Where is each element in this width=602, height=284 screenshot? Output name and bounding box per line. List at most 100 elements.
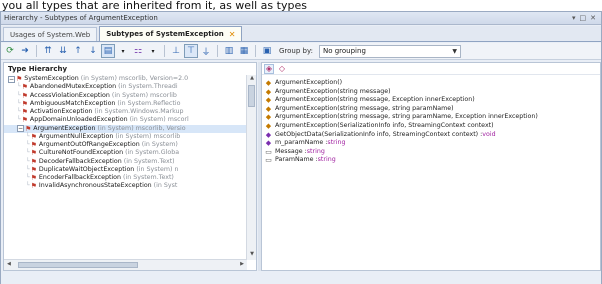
scroll-left-icon[interactable]: ◀ xyxy=(7,261,11,267)
group-icon[interactable]: ▣ xyxy=(260,44,274,58)
close-icon[interactable]: ✕ xyxy=(590,14,596,22)
filter-icon[interactable]: ⏚ xyxy=(199,44,213,58)
class-icon: ⚑ xyxy=(21,91,28,100)
layout-horizontal-icon[interactable]: ▥ xyxy=(222,44,236,58)
tree-line-icon: └ xyxy=(26,157,30,165)
toolbar-separator xyxy=(36,45,37,57)
member-signature: ArgumentException(SerializationInfo info… xyxy=(275,121,494,129)
member-return-type: string xyxy=(317,156,336,164)
tree-node[interactable]: └ ⚑ ActivationException (in System.Windows.… xyxy=(4,108,247,116)
member-signature: m_paramName : xyxy=(275,139,328,147)
method-icon: ◆ xyxy=(265,96,272,105)
tree-node[interactable]: └ ⚑ DecoderFallbackException (in System.Tex… xyxy=(4,158,247,166)
view-dropdown-icon[interactable]: ▾ xyxy=(116,44,130,58)
tree-node[interactable]: − ⚑ ArgumentException (in System) mscorlib,… xyxy=(4,124,247,133)
tree-line-icon: └ xyxy=(17,91,21,99)
class-icon: ⚑ xyxy=(30,132,37,141)
refresh-icon[interactable]: ⟳ xyxy=(3,44,17,58)
page-caption-text: you all types that are inherited from it… xyxy=(2,0,307,11)
tab-label: Subtypes of SystemException xyxy=(106,30,224,38)
member-signature: ArgumentException(string message) xyxy=(275,87,391,95)
collapse-icon[interactable]: − xyxy=(17,125,24,133)
member-item[interactable]: ◆ ArgumentException(string message, Excep… xyxy=(264,96,600,105)
layout-vertical-icon[interactable]: ▦ xyxy=(237,44,251,58)
close-tab-icon[interactable]: ✕ xyxy=(229,30,236,39)
view-mode-icon[interactable]: ▤ xyxy=(101,44,115,58)
member-item[interactable]: ◆ GetObjectData(SerializationInfo info, S… xyxy=(264,131,600,140)
subtypes-icon[interactable]: ⊤ xyxy=(184,44,198,58)
scroll-thumb[interactable] xyxy=(18,262,138,268)
tree-line-icon: └ xyxy=(26,149,30,157)
type-name: DecoderFallbackException xyxy=(38,157,122,165)
member-signature: Message : xyxy=(275,147,307,155)
member-item[interactable]: ◆ ArgumentException(string message) xyxy=(264,88,600,97)
tree-node[interactable]: └ ⚑ AbandonedMutexException (in System.Thre… xyxy=(4,83,247,91)
scroll-thumb[interactable] xyxy=(248,85,255,107)
tree-node[interactable]: └ ⚑ ArgumentNullException (in System) mscor… xyxy=(4,133,247,141)
tree-node[interactable]: └ ⚑ AmbiguousMatchException (in System.Refl… xyxy=(4,100,247,108)
tab-usages-of-system-web[interactable]: Usages of System.Web xyxy=(3,27,98,41)
tree-node[interactable]: └ ⚑ CultureNotFoundException (in System.Glo… xyxy=(4,149,247,157)
method-icon: ◆ xyxy=(265,104,272,113)
members-list: ◆ ArgumentException() ◆ ArgumentException(s… xyxy=(262,75,600,165)
member-item[interactable]: ▭ Message : string xyxy=(264,148,600,157)
show-members-icon[interactable]: ◇ xyxy=(277,64,287,74)
property-icon: ▭ xyxy=(265,156,272,165)
class-icon: ⚑ xyxy=(30,182,37,191)
member-return-type: string xyxy=(306,147,325,155)
tree-line-icon: └ xyxy=(17,83,21,91)
member-item[interactable]: ◆ ArgumentException(SerializationInfo inf… xyxy=(264,122,600,131)
scroll-down-icon[interactable]: ▼ xyxy=(247,251,256,260)
class-icon: ⚑ xyxy=(21,116,28,125)
supertypes-icon[interactable]: ⊥ xyxy=(169,44,183,58)
member-item[interactable]: ◆ m_paramName : string xyxy=(264,139,600,148)
member-item[interactable]: ▭ ParamName : string xyxy=(264,156,600,165)
member-item[interactable]: ◆ ArgumentException(string message, strin… xyxy=(264,105,600,114)
window-titlebar: Hierarchy - Subtypes of ArgumentExceptio… xyxy=(1,12,601,25)
tree-node[interactable]: └ ⚑ InvalidAsynchronousStateException (in S… xyxy=(4,182,247,190)
tree-vertical-scrollbar[interactable]: ▲ ▼ xyxy=(246,75,256,260)
member-signature: ArgumentException(string message, string… xyxy=(275,104,454,112)
collapse-all-icon[interactable]: ⇈ xyxy=(41,44,55,58)
tree-node[interactable]: └ ⚑ AccessViolationException (in System) ms… xyxy=(4,92,247,100)
class-icon: ⚑ xyxy=(30,157,37,166)
hierarchy-mode-icon[interactable]: ⚏ xyxy=(131,44,145,58)
next-icon[interactable]: ↓ xyxy=(86,44,100,58)
tree-node[interactable]: − ⚑ SystemException (in System) mscorlib, V… xyxy=(4,75,247,83)
tree-horizontal-scrollbar[interactable]: ◀ ▶ xyxy=(4,259,247,270)
tree-node[interactable]: └ ⚑ EncoderFallbackException (in System.Tex… xyxy=(4,174,247,182)
expand-all-icon[interactable]: ⇊ xyxy=(56,44,70,58)
type-namespace: (in System) n xyxy=(136,165,179,173)
scroll-right-icon[interactable]: ▶ xyxy=(240,261,244,267)
type-namespace: (in System.Reflectio xyxy=(117,99,181,107)
type-namespace: (in System.Text) xyxy=(123,157,175,165)
tab-subtypes-of-systemexception[interactable]: Subtypes of SystemException ✕ xyxy=(99,26,243,41)
tree-node[interactable]: └ ⚑ ArgumentOutOfRangeException (in System) xyxy=(4,141,247,149)
class-icon: ⚑ xyxy=(30,149,37,158)
collapse-icon[interactable]: − xyxy=(8,75,15,83)
type-namespace: (in Syst xyxy=(153,182,178,190)
dropdown-icon[interactable]: ▾ xyxy=(572,14,576,22)
member-signature: ArgumentException(string message, string… xyxy=(275,113,538,121)
group-by-select[interactable]: No grouping ▼ xyxy=(318,44,461,58)
scroll-up-icon[interactable]: ▲ xyxy=(247,75,256,84)
type-namespace: (in System) mscorl xyxy=(129,116,189,124)
member-return-type: void xyxy=(482,130,496,138)
previous-icon[interactable]: ↑ xyxy=(71,44,85,58)
tree-node[interactable]: └ ⚑ AppDomainUnloadedException (in System) … xyxy=(4,116,247,124)
type-name: CultureNotFoundException xyxy=(38,149,124,157)
type-name: AccessViolationException xyxy=(29,91,110,99)
member-item[interactable]: ◆ ArgumentException() xyxy=(264,79,600,88)
class-icon: ⚑ xyxy=(25,124,32,133)
method-icon: ◆ xyxy=(265,79,272,87)
tree-line-icon: └ xyxy=(17,116,21,124)
show-inherited-icon[interactable]: ◈ xyxy=(264,63,274,74)
group-by-value: No grouping xyxy=(322,47,366,55)
navigate-icon[interactable]: ➜ xyxy=(18,44,32,58)
maximize-icon[interactable]: □ xyxy=(580,14,587,22)
member-signature: GetObjectData(SerializationInfo info, St… xyxy=(275,130,483,138)
member-item[interactable]: ◆ ArgumentException(string message, strin… xyxy=(264,113,600,122)
tree-node[interactable]: └ ⚑ DuplicateWaitObjectException (in System… xyxy=(4,166,247,174)
method-icon: ◆ xyxy=(265,121,272,130)
mode-dropdown-icon[interactable]: ▾ xyxy=(146,44,160,58)
